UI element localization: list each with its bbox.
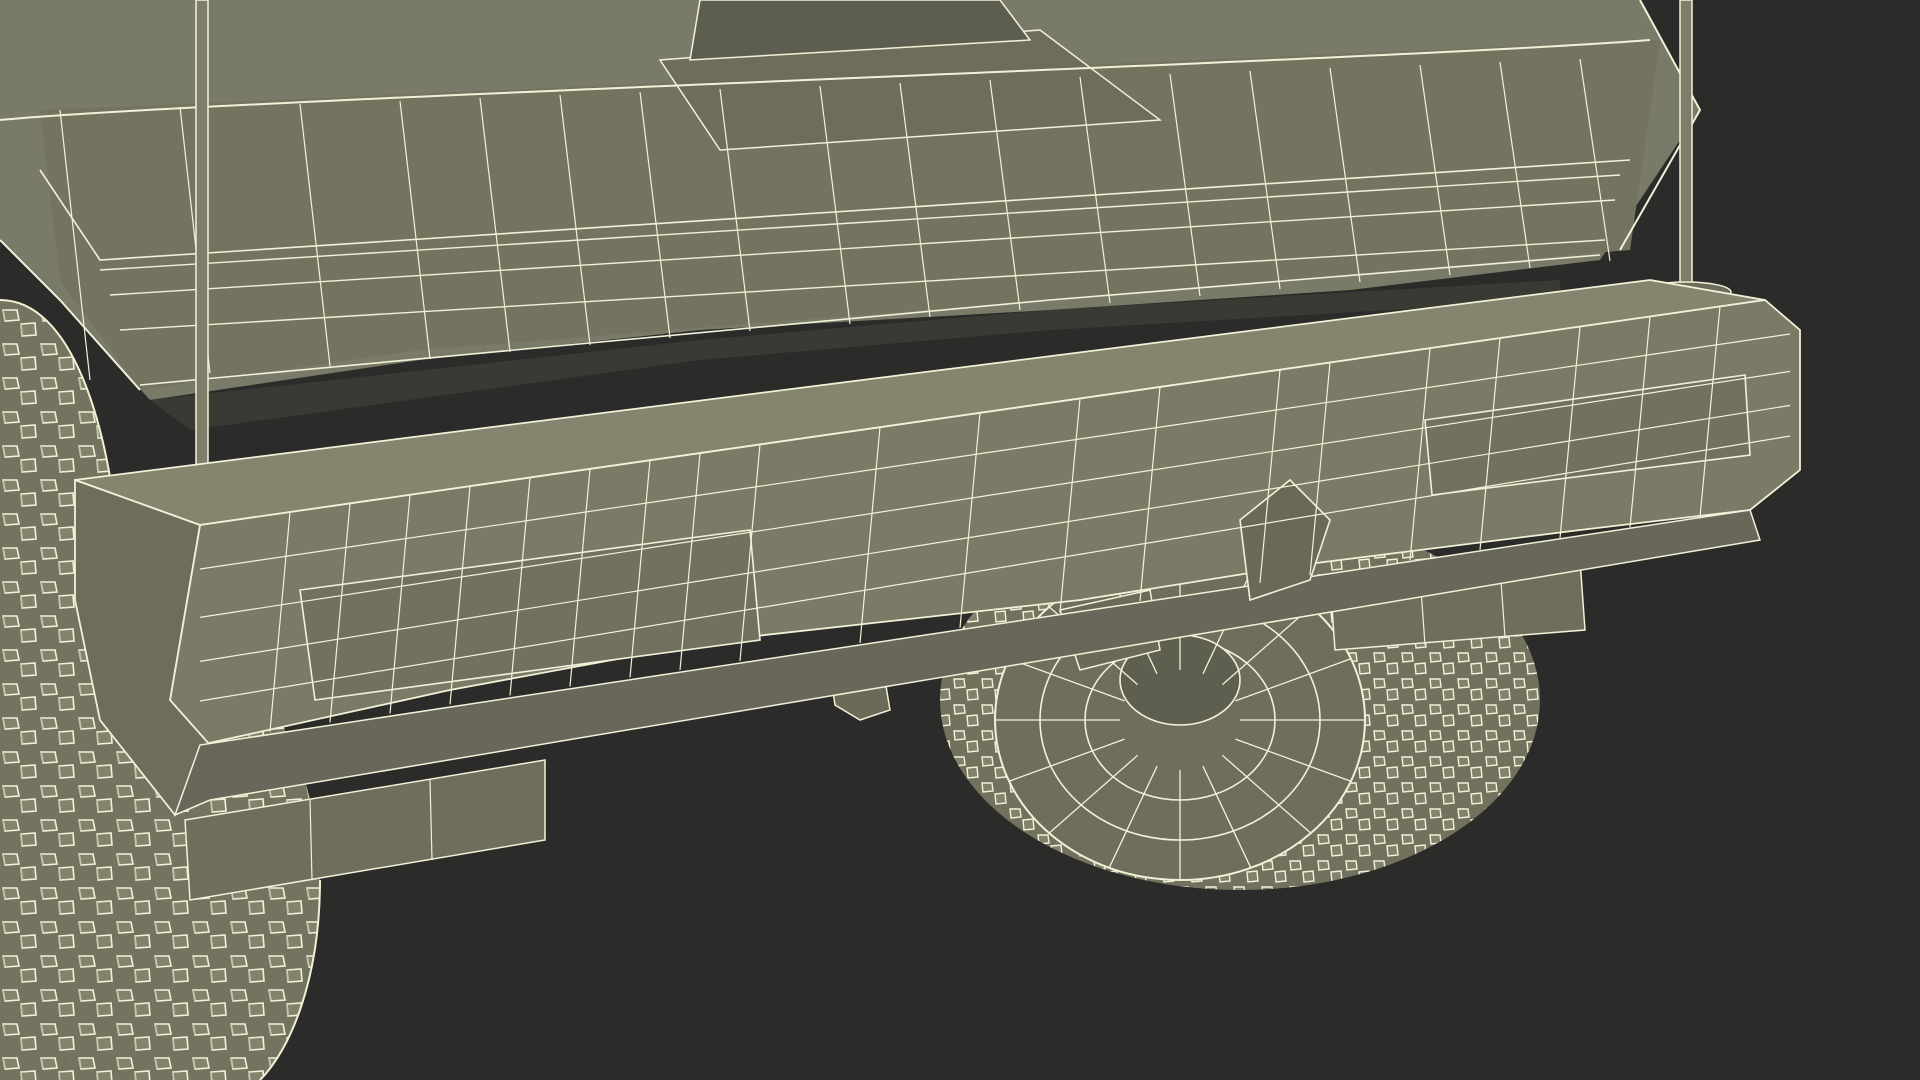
wireframe-viewport — [0, 0, 1920, 1080]
wireframe-render — [0, 0, 1920, 1080]
